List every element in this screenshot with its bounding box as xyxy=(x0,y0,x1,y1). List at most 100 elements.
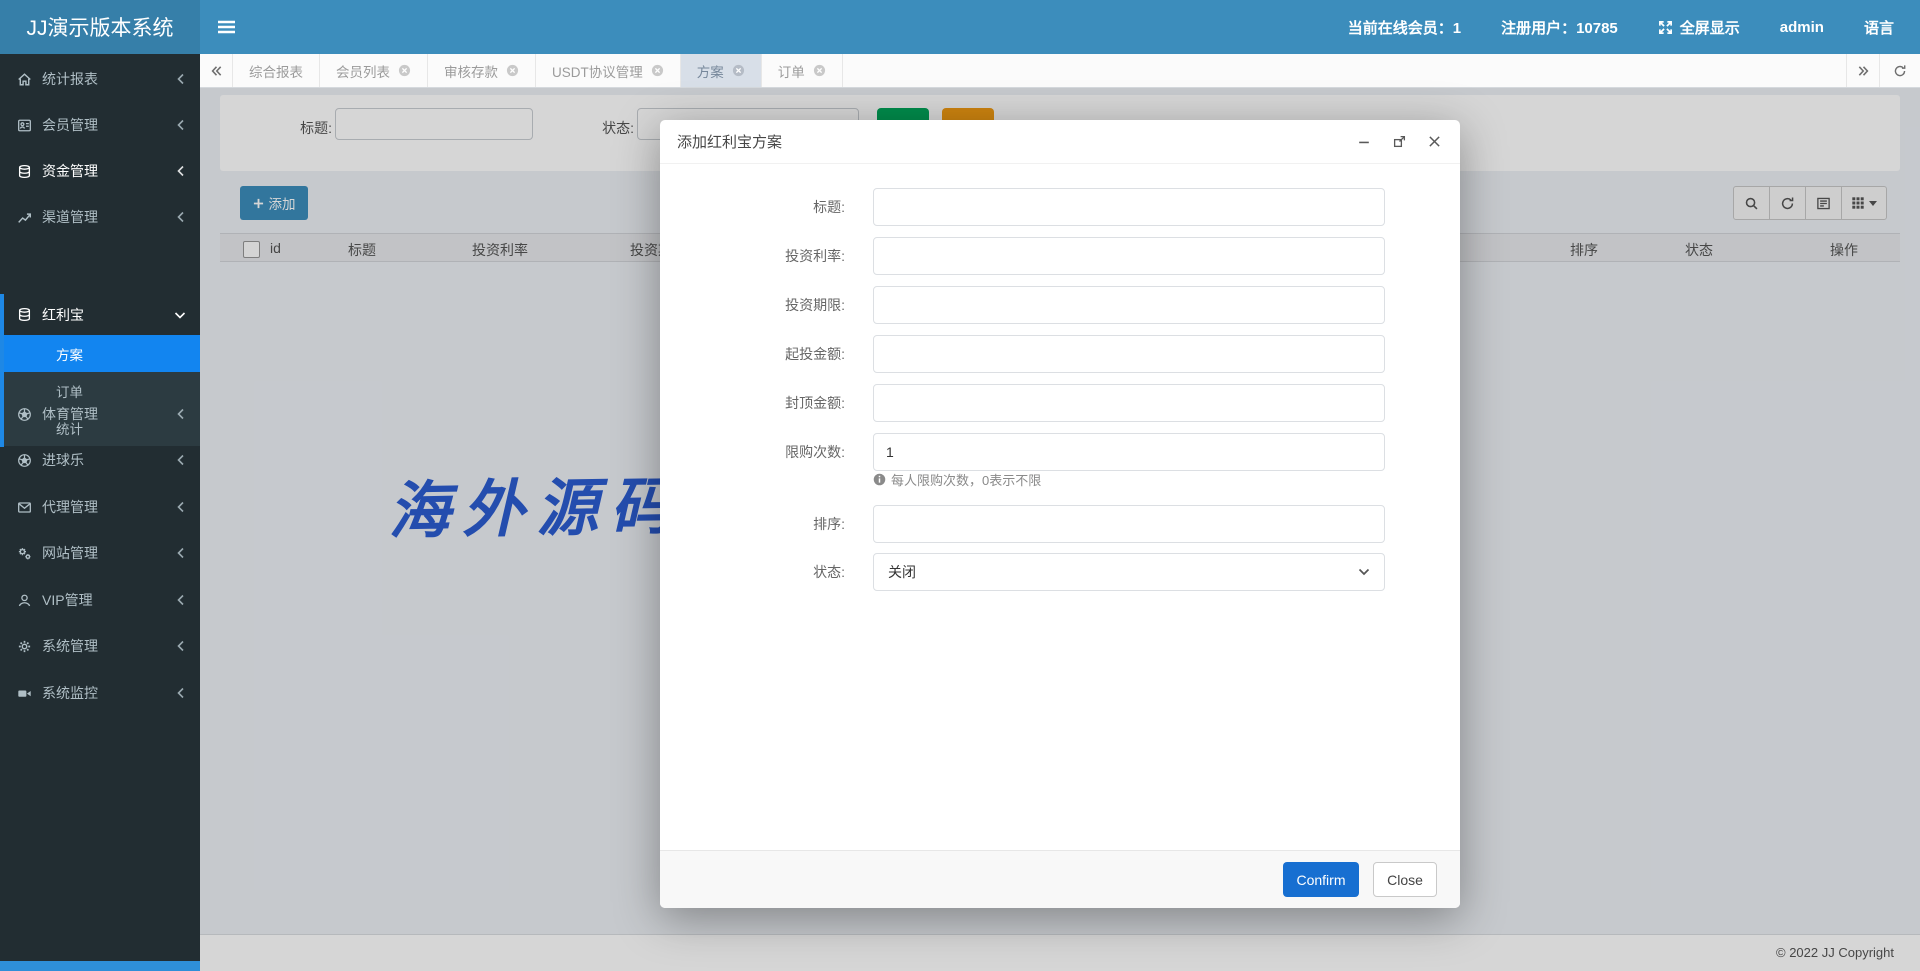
sidebar-item-agent-management[interactable]: 代理管理 xyxy=(0,484,200,530)
sidebar-item-funds-management[interactable]: 资金管理 xyxy=(0,148,200,194)
tab-orders[interactable]: 订单 xyxy=(762,54,843,87)
chevron-left-icon xyxy=(176,211,186,223)
form-row-min-amount: 起投金额: xyxy=(660,335,1460,373)
status-select[interactable]: 关闭 xyxy=(873,553,1385,591)
form-row-term: 投资期限: xyxy=(660,286,1460,324)
chevron-left-icon xyxy=(176,501,186,513)
form-row-purchase-limit: 限购次数: xyxy=(660,433,1460,471)
dialog-close-button[interactable]: Close xyxy=(1373,862,1437,897)
online-members-count: 当前在线会员：1 xyxy=(1347,19,1462,37)
tab-close-icon[interactable] xyxy=(398,64,411,77)
tab-comprehensive-report[interactable]: 综合报表 xyxy=(233,54,320,87)
dialog-window-controls xyxy=(1355,133,1443,151)
chevron-left-icon xyxy=(176,119,186,131)
sidebar-item-channel-management[interactable]: 渠道管理 xyxy=(0,194,200,240)
tabs-scroll-right-button[interactable] xyxy=(1846,54,1879,87)
registered-users-count: 注册用户：10785 xyxy=(1501,19,1618,37)
sidebar-toggle-button[interactable] xyxy=(200,0,252,54)
navbar-right: 当前在线会员：1 注册用户：10785 全屏显示 admin 语言 xyxy=(1348,17,1920,38)
form-row-title: 标题: xyxy=(660,188,1460,226)
close-icon[interactable] xyxy=(1425,133,1443,151)
database-icon xyxy=(17,164,32,179)
sidebar-item-sports-management[interactable]: 体育管理 xyxy=(0,391,200,437)
tabbar-right-controls xyxy=(1846,54,1920,87)
purchase-limit-input[interactable] xyxy=(873,433,1385,471)
tab-close-icon[interactable] xyxy=(651,64,664,77)
chevron-left-icon xyxy=(176,594,186,606)
sidebar-item-system-monitor[interactable]: 系统监控 xyxy=(0,670,200,716)
form-row-cap-amount: 封顶金额: xyxy=(660,384,1460,422)
cogs-icon xyxy=(17,546,32,561)
page: JJ演示版本系统 当前在线会员：1 注册用户：10785 全屏显示 admin … xyxy=(0,0,1920,971)
video-camera-icon xyxy=(17,686,32,701)
term-input[interactable] xyxy=(873,286,1385,324)
double-angle-left-icon xyxy=(210,65,223,77)
sidebar: 统计报表 会员管理 资金管理 渠道管理 红利宝 方案 订单 统计 体育管理 进球… xyxy=(0,54,200,971)
top-navbar: JJ演示版本系统 当前在线会员：1 注册用户：10785 全屏显示 admin … xyxy=(0,0,1920,54)
members-card-icon xyxy=(17,118,32,133)
cap-amount-input[interactable] xyxy=(873,384,1385,422)
sidebar-item-member-management[interactable]: 会员管理 xyxy=(0,102,200,148)
sort-input[interactable] xyxy=(873,505,1385,543)
add-plan-dialog: 添加红利宝方案 标题: 投资利率: 投资期限: 起投金额: 封顶金额: 限购次数… xyxy=(660,120,1460,908)
dialog-header[interactable]: 添加红利宝方案 xyxy=(660,120,1460,164)
envelope-icon xyxy=(17,500,32,515)
language-menu[interactable]: 语言 xyxy=(1864,17,1894,38)
tabs-scroll-left-button[interactable] xyxy=(200,54,233,87)
tab-deposit-review[interactable]: 审核存款 xyxy=(428,54,536,87)
chevron-down-icon xyxy=(1358,568,1370,576)
refresh-icon xyxy=(1893,64,1907,78)
tabs-refresh-button[interactable] xyxy=(1879,54,1920,87)
dialog-footer: Confirm Close xyxy=(660,850,1460,908)
sidebar-item-vip-management[interactable]: VIP管理 xyxy=(0,577,200,623)
fullscreen-button[interactable]: 全屏显示 xyxy=(1658,17,1740,38)
chart-line-icon xyxy=(17,210,32,225)
tab-bar: 综合报表 会员列表 审核存款 USDT协议管理 方案 订单 xyxy=(200,54,1920,88)
chevron-left-icon xyxy=(176,73,186,85)
tab-close-icon[interactable] xyxy=(813,64,826,77)
fullscreen-icon xyxy=(1658,20,1673,35)
tab-close-icon[interactable] xyxy=(506,64,519,77)
user-menu[interactable]: admin xyxy=(1780,19,1824,36)
tab-plan[interactable]: 方案 xyxy=(680,54,762,87)
maximize-icon[interactable] xyxy=(1390,133,1408,151)
chevron-left-icon xyxy=(176,547,186,559)
hamburger-icon xyxy=(217,20,235,34)
info-circle-icon xyxy=(873,473,886,486)
status-select-value: 关闭 xyxy=(888,564,916,580)
sidebar-item-stats-report[interactable]: 统计报表 xyxy=(0,56,200,102)
rate-input[interactable] xyxy=(873,237,1385,275)
form-row-sort: 排序: xyxy=(660,505,1460,543)
double-angle-right-icon xyxy=(1857,65,1870,77)
purchase-limit-hint: 每人限购次数，0表示不限 xyxy=(873,470,1041,489)
tab-member-list[interactable]: 会员列表 xyxy=(320,54,428,87)
minimize-icon[interactable] xyxy=(1355,133,1373,151)
chevron-left-icon xyxy=(176,640,186,652)
sidebar-subitem-plan[interactable]: 方案 xyxy=(4,335,200,372)
chevron-left-icon xyxy=(176,165,186,177)
min-amount-input[interactable] xyxy=(873,335,1385,373)
tab-usdt-protocol[interactable]: USDT协议管理 xyxy=(536,54,681,87)
title-input[interactable] xyxy=(873,188,1385,226)
form-row-status: 状态: 关闭 xyxy=(660,553,1460,591)
football-icon xyxy=(17,407,32,422)
chevron-left-icon xyxy=(176,687,186,699)
app-logo: JJ演示版本系统 xyxy=(0,0,200,54)
user-icon xyxy=(17,593,32,608)
chevron-down-icon xyxy=(174,310,186,320)
form-row-rate: 投资利率: xyxy=(660,237,1460,275)
chevron-left-icon xyxy=(176,408,186,420)
database-icon xyxy=(17,307,32,322)
sidebar-item-dividend-treasure[interactable]: 红利宝 xyxy=(4,294,200,335)
sidebar-item-goal-fun[interactable]: 进球乐 xyxy=(0,437,200,483)
sidebar-item-system-management[interactable]: 系统管理 xyxy=(0,623,200,669)
chevron-left-icon xyxy=(176,454,186,466)
tab-close-icon[interactable] xyxy=(732,64,745,77)
home-icon xyxy=(17,72,32,87)
sidebar-bottom-strip xyxy=(0,961,200,971)
dialog-title: 添加红利宝方案 xyxy=(677,134,783,151)
confirm-button[interactable]: Confirm xyxy=(1283,862,1359,897)
football-icon xyxy=(17,453,32,468)
sidebar-item-website-management[interactable]: 网站管理 xyxy=(0,530,200,576)
gear-icon xyxy=(17,639,32,654)
